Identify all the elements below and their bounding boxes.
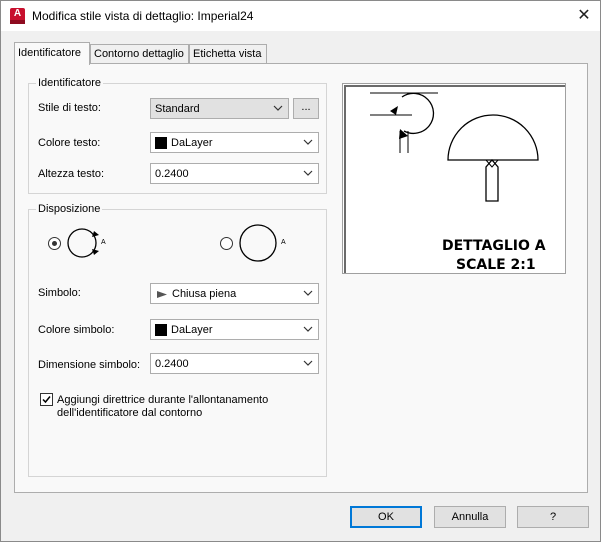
checkmark-icon: [42, 396, 51, 404]
symbol-color-value: DaLayer: [171, 324, 213, 336]
symbol-size-label: Dimensione simbolo:: [38, 359, 141, 371]
preview-scale-line: SCALE 2:1: [456, 257, 536, 273]
text-color-value: DaLayer: [171, 137, 213, 149]
help-button[interactable]: ?: [517, 506, 589, 528]
filled-arrow-icon: [157, 291, 167, 298]
tab-contorno-dettaglio[interactable]: Contorno dettaglio: [90, 44, 189, 64]
window-title: Modifica stile vista di dettaglio: Imper…: [32, 9, 254, 23]
detail-symbol-arrows-icon: [67, 228, 99, 258]
text-style-value: Standard: [155, 103, 200, 115]
detail-symbol-plain-icon: [239, 224, 277, 262]
symbol-value: Chiusa piena: [172, 288, 237, 300]
text-height-label: Altezza testo:: [38, 168, 105, 180]
title-bar: A Modifica stile vista di dettaglio: Imp…: [1, 1, 600, 31]
text-height-combo[interactable]: 0.2400: [150, 163, 319, 184]
close-icon[interactable]: ✕: [571, 5, 597, 27]
chevron-down-icon: [303, 170, 313, 176]
symbol-size-combo[interactable]: 0.2400: [150, 353, 319, 374]
chevron-down-icon: [303, 360, 313, 366]
text-height-value: 0.2400: [155, 168, 189, 180]
color-swatch: [155, 324, 167, 336]
text-style-label: Stile di testo:: [38, 102, 101, 114]
tab-identificatore[interactable]: Identificatore: [14, 42, 90, 65]
leader-checkbox-label-line1[interactable]: Aggiungi direttrice durante l'allontanam…: [57, 393, 268, 407]
leader-checkbox[interactable]: [40, 393, 53, 406]
color-swatch: [155, 137, 167, 149]
preview-panel: DETTAGLIO A SCALE 2:1: [342, 83, 566, 274]
text-style-browse-button[interactable]: ...: [293, 98, 319, 119]
symbol-size-value: 0.2400: [155, 358, 189, 370]
preview-title-line: DETTAGLIO A: [442, 238, 546, 254]
chevron-down-icon: [303, 139, 313, 145]
symbol-color-combo[interactable]: DaLayer: [150, 319, 319, 340]
option-a-letter: A: [101, 239, 106, 246]
dialog-window: A Modifica stile vista di dettaglio: Imp…: [0, 0, 601, 542]
chevron-down-icon: [303, 290, 313, 296]
text-style-combo[interactable]: Standard: [150, 98, 289, 119]
leader-checkbox-label-line2[interactable]: dell'identificatore dal contorno: [57, 406, 202, 420]
layout-option-b-radio[interactable]: [220, 237, 233, 250]
app-icon-letter: A: [13, 8, 22, 19]
text-color-combo[interactable]: DaLayer: [150, 132, 319, 153]
layout-option-a-radio[interactable]: [48, 237, 61, 250]
layout-group-title: Disposizione: [36, 203, 103, 215]
autocad-app-icon: A: [10, 8, 25, 24]
symbol-color-label: Colore simbolo:: [38, 324, 115, 336]
symbol-label: Simbolo:: [38, 287, 81, 299]
chevron-down-icon: [273, 105, 283, 111]
identifier-group-title: Identificatore: [36, 77, 103, 89]
chevron-down-icon: [303, 326, 313, 332]
symbol-combo[interactable]: Chiusa piena: [150, 283, 319, 304]
cancel-button[interactable]: Annulla: [434, 506, 506, 528]
tab-etichetta-vista[interactable]: Etichetta vista: [189, 44, 267, 64]
option-b-letter: A: [281, 239, 286, 246]
text-color-label: Colore testo:: [38, 137, 101, 149]
ok-button[interactable]: OK: [350, 506, 422, 528]
